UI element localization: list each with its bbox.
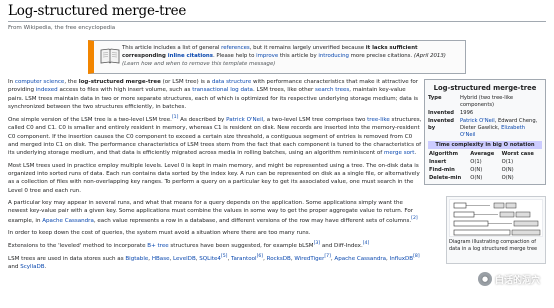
link-search-trees[interactable]: search trees	[315, 87, 349, 93]
table-row: Delete-min O(N) O(N)	[429, 175, 514, 182]
link-sqlite4[interactable]: SQLite4	[199, 256, 221, 262]
link-leveldb[interactable]: LevelDB	[173, 256, 196, 262]
table-row: Find-min O(N) O(N)	[429, 167, 514, 174]
infobox-row-invented: Invented 1996	[428, 110, 474, 117]
page-tagline: From Wikipedia, the free encyclopedia	[8, 25, 116, 31]
paragraph-query-cost: In order to keep down the cost of querie…	[8, 229, 311, 236]
infobox-row-type: Type Hybrid (two tree-like components)	[428, 95, 514, 109]
paragraph-key-runs: A particular key may appear in several r…	[8, 199, 418, 224]
infobox-link-patrick-oneil[interactable]: Patrick O'Neil	[460, 118, 495, 124]
inline-citations-link[interactable]: inline citations	[168, 53, 213, 59]
watermark-text: 白话的洞穴	[495, 275, 541, 286]
citation-4[interactable]: [4]	[363, 241, 370, 246]
citation-8[interactable]: [8]	[413, 254, 420, 259]
link-apache-cassandra-2[interactable]: Apache Cassandra	[334, 256, 386, 262]
citation-2[interactable]: [2]	[411, 216, 418, 221]
improve-link[interactable]: improve	[256, 53, 278, 59]
link-indexed[interactable]: indexed	[36, 87, 58, 93]
link-patrick-oneil[interactable]: Patrick O'Neil	[226, 117, 263, 123]
infobox-complexity-header[interactable]: Time complexity in big O notation	[428, 141, 542, 150]
citation-notice-text: This article includes a list of general …	[122, 45, 446, 67]
watermark: ● 白话的洞穴	[478, 272, 540, 286]
col-average: Average	[470, 151, 495, 158]
diagram-thumbnail: Diagram illustrating compaction of data …	[446, 196, 546, 264]
compaction-diagram-image[interactable]	[449, 199, 543, 237]
link-transactional-log[interactable]: transactional log data	[192, 87, 253, 93]
paragraph-data-stores: LSM trees are used in data stores such a…	[8, 254, 420, 271]
link-data-structure[interactable]: data structure	[212, 79, 251, 85]
paragraph-two-level: One simple version of the LSM tree is a …	[8, 115, 422, 157]
diagram-caption: Diagram illustrating compaction of data …	[449, 239, 538, 252]
page-title: Log-structured merge-tree	[8, 3, 187, 19]
learn-more-link[interactable]: (Learn how and when to remove this templ…	[122, 61, 275, 67]
references-link[interactable]: references	[221, 45, 250, 51]
article-body: In computer science, the log-structured …	[8, 78, 422, 276]
table-row: Insert O(1) O(1)	[429, 159, 514, 166]
paragraph-intro: In computer science, the log-structured …	[8, 79, 419, 110]
col-algorithm: Algorithm	[429, 151, 458, 158]
link-wiredtiger[interactable]: WiredTiger	[294, 256, 324, 262]
link-bigtable[interactable]: Bigtable	[125, 256, 148, 262]
infobox-row-invented-by: Invented by Patrick O'Neil, Edward Cheng…	[428, 118, 538, 139]
link-apache-cassandra[interactable]: Apache Cassandra	[42, 217, 94, 223]
introducing-link[interactable]: introducing	[318, 53, 349, 59]
book-icon	[100, 47, 122, 69]
link-b-plus-tree[interactable]: B+ tree	[147, 243, 168, 249]
citation-notice-box: This article includes a list of general …	[88, 40, 466, 74]
paragraph-multiple-levels: Most LSM trees used in practice employ m…	[8, 162, 420, 194]
paragraph-extensions: Extensions to the 'leveled' method to in…	[8, 241, 370, 249]
link-rocksdb[interactable]: RocksDB	[267, 256, 291, 262]
col-worst: Worst case	[501, 151, 534, 158]
wechat-icon: ●	[478, 272, 492, 286]
link-tarantool[interactable]: Tarantool	[231, 256, 257, 262]
infobox-title: Log-structured merge-tree	[433, 84, 537, 92]
complexity-table: Algorithm Average Worst case Insert O(1) O…	[428, 150, 542, 182]
link-tree-like[interactable]: tree-like	[367, 117, 390, 123]
link-merge-sort[interactable]: merge sort	[384, 150, 414, 156]
title-divider	[8, 21, 546, 22]
infobox: Log-structured merge-tree Type Hybrid (t…	[424, 79, 546, 186]
link-scylladb[interactable]: ScyllaDB	[20, 264, 44, 270]
link-influxdb[interactable]: InfluxDB	[390, 256, 414, 262]
link-computer-science[interactable]: computer science	[15, 79, 64, 85]
link-hbase[interactable]: HBase	[152, 256, 170, 262]
